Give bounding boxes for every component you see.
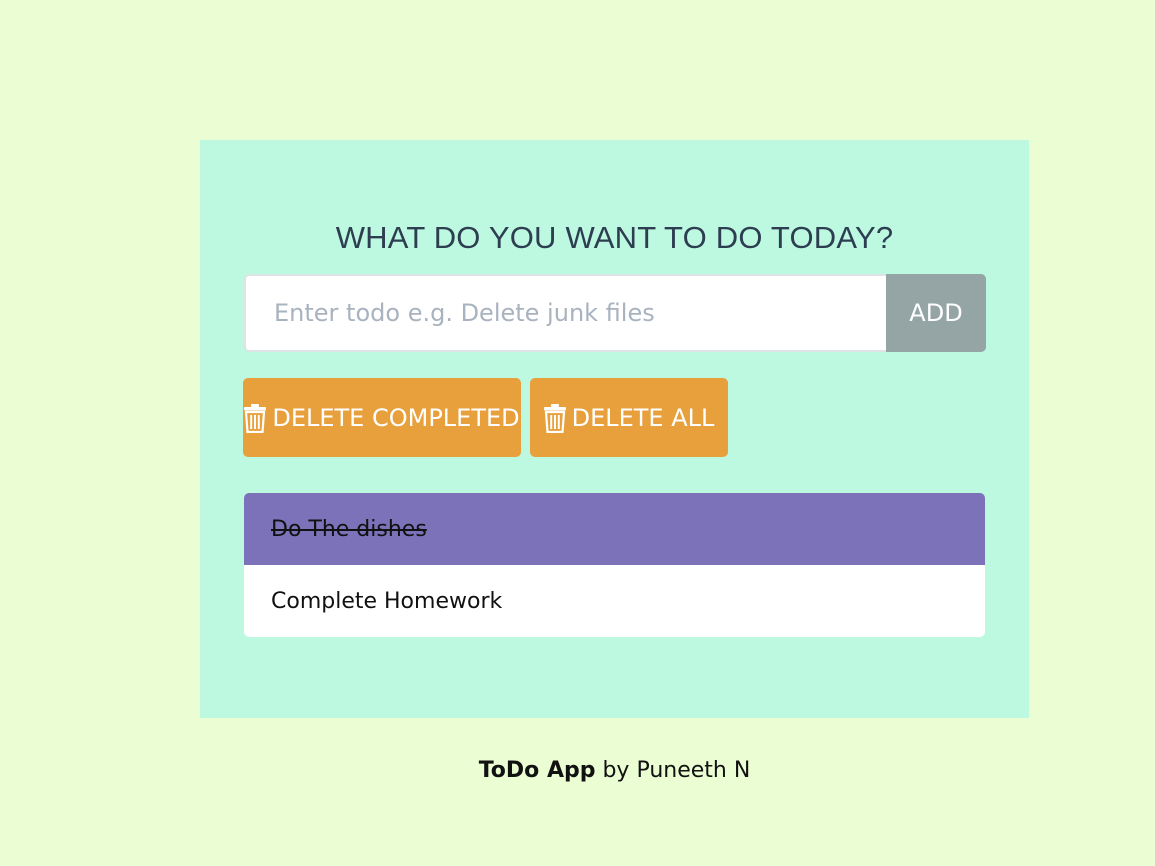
todo-item[interactable]: Do The dishes [244,493,985,565]
todo-item-text: Complete Homework [271,588,503,614]
todo-item[interactable]: Complete Homework [244,565,985,637]
add-button[interactable]: ADD [886,274,986,352]
footer: ToDo App by Puneeth N [0,758,1155,783]
delete-all-label: DELETE ALL [571,403,715,432]
todo-input[interactable] [244,274,886,352]
trash-icon [244,403,267,433]
footer-byline: by Puneeth N [595,758,751,783]
page-title: WHAT DO YOU WANT TO DO TODAY? [335,220,894,255]
add-todo-form: ADD [244,274,986,352]
footer-brand: ToDo App [478,758,596,783]
delete-completed-button[interactable]: DELETE COMPLETED [243,378,521,457]
bulk-actions: DELETE COMPLETED DELETE ALL [243,378,728,457]
todo-card: WHAT DO YOU WANT TO DO TODAY? ADD DELETE… [200,140,1029,718]
trash-icon [543,403,566,433]
todo-item-text: Do The dishes [271,516,427,542]
todo-list: Do The dishes Complete Homework [244,493,985,637]
delete-completed-label: DELETE COMPLETED [272,403,520,432]
delete-all-button[interactable]: DELETE ALL [530,378,728,457]
